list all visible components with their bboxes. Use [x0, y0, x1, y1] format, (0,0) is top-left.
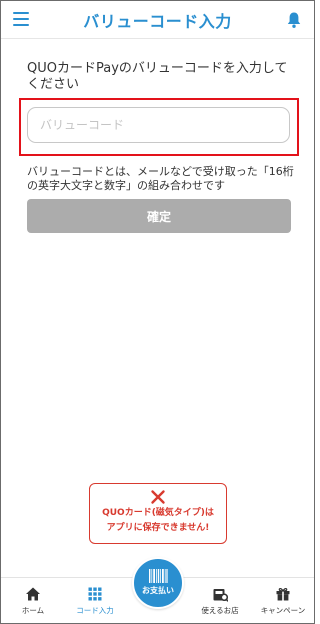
menu-icon-bar: [13, 12, 29, 14]
home-icon: [26, 587, 40, 601]
app-screen: バリューコード入力 QUOカードPayのバリューコードを入力してください バリュ…: [0, 0, 315, 624]
value-code-input[interactable]: [27, 107, 290, 143]
pay-button[interactable]: お支払い: [132, 557, 184, 609]
menu-icon-bar: [13, 24, 29, 26]
value-code-description: バリューコードとは、メールなどで受け取った「16桁の英字大文字と数字」の組み合わ…: [27, 165, 294, 192]
shop-icon: [213, 589, 228, 602]
nav-item-campaign[interactable]: キャンペーン: [252, 586, 314, 616]
nav-item-home[interactable]: ホーム: [2, 586, 64, 616]
menu-button[interactable]: [13, 12, 29, 26]
grid-icon: [88, 587, 102, 601]
pay-button-label: お支払い: [142, 586, 174, 595]
warning-line-1: QUOカード(磁気タイプ)は: [102, 508, 214, 518]
warning-line-2: アプリに保存できません!: [106, 523, 210, 533]
header-bar: バリューコード入力: [1, 1, 314, 39]
nav-label-code-input: コード入力: [76, 606, 114, 615]
magnetic-card-warning: QUOカード(磁気タイプ)は アプリに保存できません!: [89, 483, 227, 544]
page-title: バリューコード入力: [83, 11, 232, 31]
confirm-button[interactable]: 確定: [27, 199, 291, 233]
nav-item-code-input[interactable]: コード入力: [64, 586, 126, 616]
nav-label-campaign: キャンペーン: [260, 606, 306, 615]
bell-icon[interactable]: [286, 11, 302, 29]
barcode-icon: [149, 569, 168, 583]
menu-icon-bar: [13, 18, 29, 20]
gift-icon: [276, 587, 290, 601]
instruction-text: QUOカードPayのバリューコードを入力してください: [27, 61, 288, 92]
nav-label-home: ホーム: [21, 606, 45, 615]
nav-label-shops: 使えるお店: [201, 606, 239, 615]
x-icon: [151, 490, 165, 504]
nav-item-shops[interactable]: 使えるお店: [189, 586, 251, 616]
